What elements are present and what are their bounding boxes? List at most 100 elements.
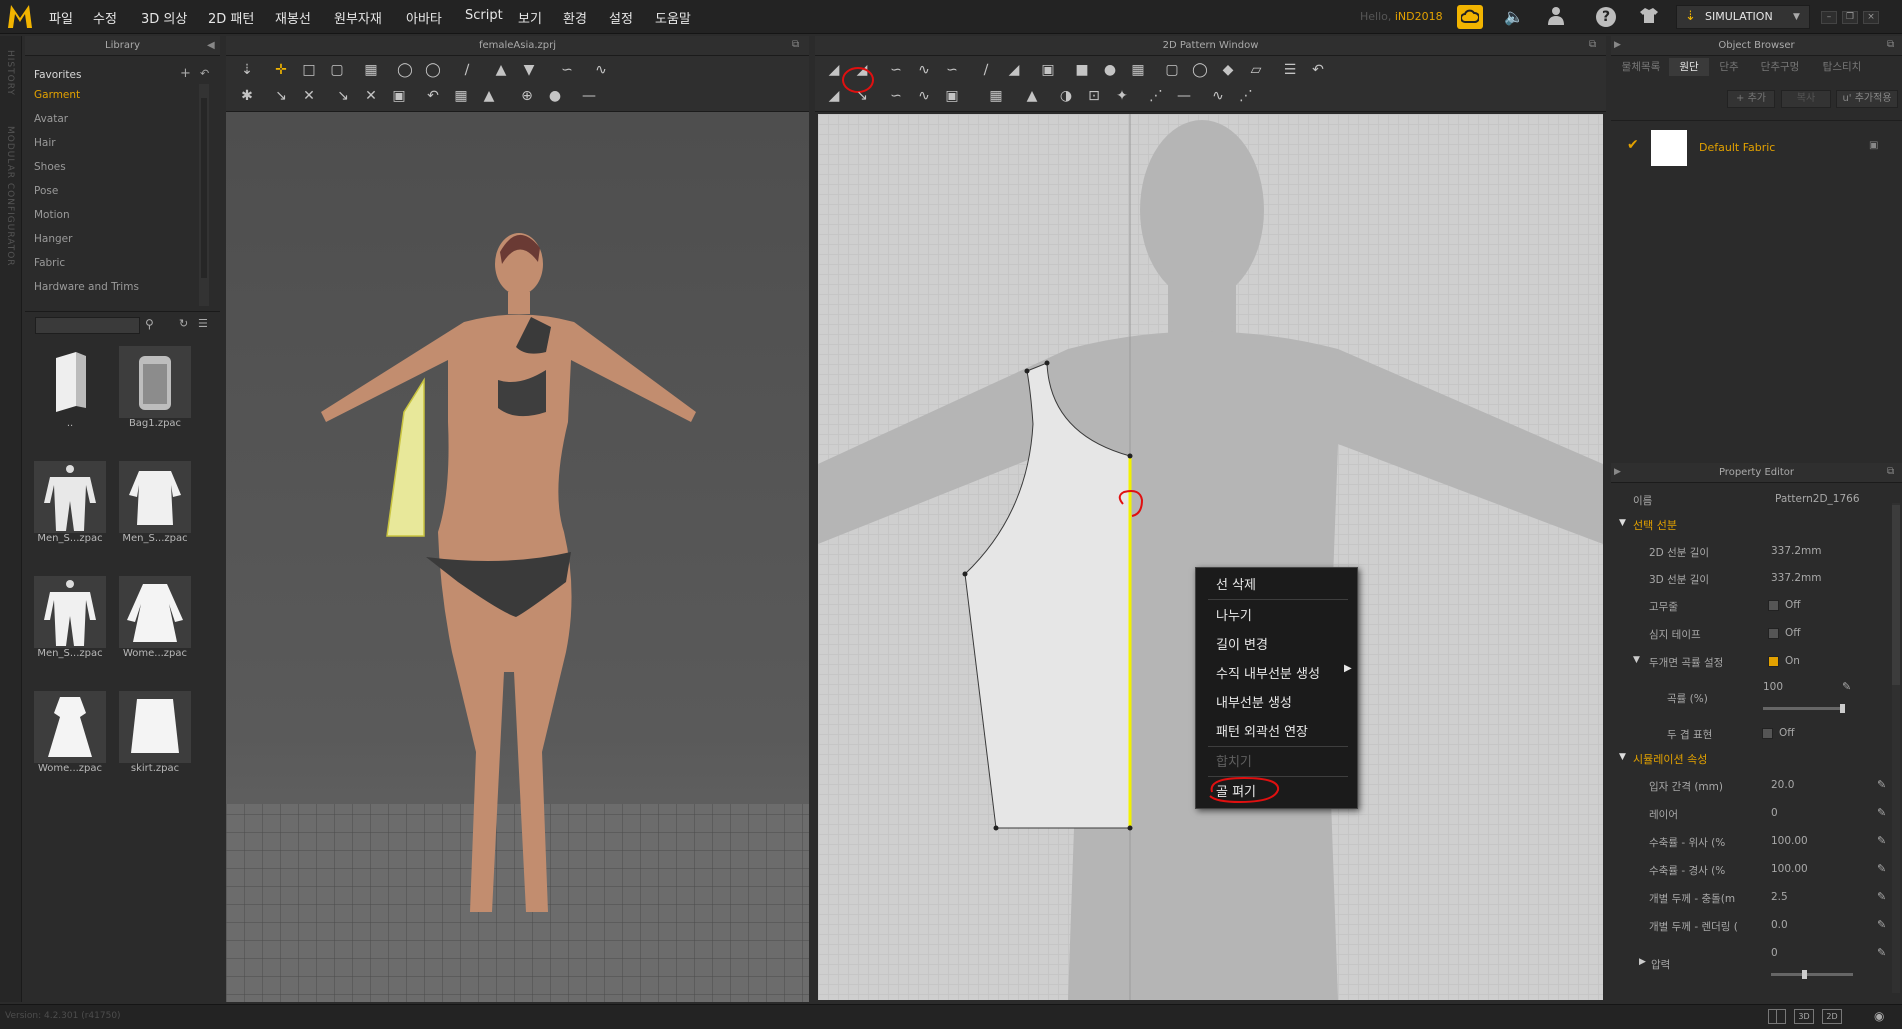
line-tool-icon[interactable]: ∕	[456, 60, 478, 80]
select-move-tool-icon[interactable]: ⇣	[236, 60, 258, 80]
category-scrollbar[interactable]	[199, 84, 209, 306]
speaker-icon[interactable]: 🔈	[1503, 6, 1525, 28]
2d-only-view-button[interactable]: 2D	[1822, 1009, 1842, 1024]
trace-icon[interactable]: ◢	[823, 86, 845, 106]
edit-curve-point-icon[interactable]: ∽	[885, 60, 907, 80]
prop-value[interactable]: 337.2mm	[1771, 545, 1822, 557]
prop-value[interactable]: 0	[1771, 807, 1778, 819]
menu-item-vertical-internal-line[interactable]: 수직 내부선분 생성	[1216, 663, 1320, 682]
undock-icon[interactable]: ⧉	[792, 39, 799, 50]
3d-only-view-button[interactable]: 3D	[1794, 1009, 1814, 1024]
close-button[interactable]: ×	[1863, 11, 1879, 24]
fold-arrangement-icon[interactable]: ▱	[1245, 60, 1267, 80]
fusible-tape-checkbox[interactable]	[1768, 628, 1779, 639]
expand-arrow-icon[interactable]: ▶	[1639, 957, 1646, 967]
library-item[interactable]: Men_S...zpac	[28, 461, 112, 544]
pin-icon[interactable]: ◯	[422, 60, 444, 80]
m-n-sew-icon[interactable]: ∿	[913, 86, 935, 106]
edit-icon[interactable]: ✎	[1877, 890, 1886, 903]
prop-value[interactable]: 0.0	[1771, 919, 1788, 931]
curve-tool-icon[interactable]: ∿	[590, 60, 612, 80]
menu-help[interactable]: 도움말	[655, 8, 691, 27]
collapse-arrow-icon[interactable]: ▼	[1619, 752, 1626, 762]
tab-fabric[interactable]: 원단	[1669, 58, 1709, 76]
modular-configurator-tab[interactable]: MODULAR CONFIGURATOR	[5, 126, 15, 267]
curvature-slider[interactable]	[1763, 704, 1845, 713]
curvature-icon[interactable]: ∽	[941, 60, 963, 80]
free-sew-icon[interactable]: ∽	[885, 86, 907, 106]
prop-value[interactable]: 100.00	[1771, 863, 1808, 875]
seam-icon[interactable]: ▣	[388, 86, 410, 106]
back-arrow-icon[interactable]: ↶	[200, 67, 209, 80]
segment-topstitch-icon[interactable]: ∿	[1207, 86, 1229, 106]
buttonhole-icon[interactable]: ●	[544, 86, 566, 106]
pressure-slider[interactable]	[1771, 970, 1853, 979]
pattern-icon[interactable]: ▲	[478, 86, 500, 106]
select-mesh-icon[interactable]: □	[298, 60, 320, 80]
tab-button[interactable]: 단추	[1709, 58, 1749, 76]
search-icon[interactable]: ⚲	[145, 317, 154, 331]
button-icon[interactable]: ⊕	[516, 86, 538, 106]
library-item[interactable]: Men_S...zpac	[113, 461, 197, 544]
gizmo-tool-icon[interactable]: ✛	[270, 60, 292, 80]
list-view-icon[interactable]: ☰	[198, 317, 208, 330]
internal-circle-icon[interactable]: ◯	[1189, 60, 1211, 80]
expand-arrow-icon[interactable]: ▶	[1614, 467, 1621, 477]
library-category-shoes[interactable]: Shoes	[34, 161, 66, 173]
menu-item-extend-outline[interactable]: 패턴 외곽선 연장	[1216, 721, 1308, 740]
tack-icon[interactable]: ◯	[394, 60, 416, 80]
fabric-list-item[interactable]: ✔ Default Fabric ▣	[1611, 126, 1902, 168]
menu-item-internal-line[interactable]: 내부선분 생성	[1216, 692, 1292, 711]
dart-icon[interactable]: ▣	[1037, 60, 1059, 80]
prop-value[interactable]: 2.5	[1771, 891, 1788, 903]
add-favorite-icon[interactable]: +	[180, 66, 191, 81]
edit-icon[interactable]: ✎	[1877, 862, 1886, 875]
puckering-icon[interactable]: ⊡	[1083, 86, 1105, 106]
gathering-icon[interactable]: ↶	[1307, 60, 1329, 80]
pleat-icon[interactable]: ☰	[1279, 60, 1301, 80]
internal-shape-icon[interactable]: ◆	[1217, 60, 1239, 80]
zipper-icon[interactable]: —	[578, 86, 600, 106]
split-view-icon[interactable]	[1768, 1009, 1786, 1024]
edit-icon[interactable]: ✎	[1877, 806, 1886, 819]
menu-2d-pattern[interactable]: 2D 패턴	[208, 8, 254, 27]
tab-object-list[interactable]: 물체목록	[1613, 58, 1669, 76]
expand-arrow-icon[interactable]: ▶	[1614, 40, 1621, 50]
section-selected-segment[interactable]: 선택 선분	[1633, 517, 1677, 533]
library-search-input[interactable]	[35, 317, 140, 334]
menu-sewing[interactable]: 재봉선	[275, 8, 311, 27]
collapse-arrow-icon[interactable]: ▼	[1633, 655, 1640, 665]
library-item[interactable]: ..	[28, 346, 112, 429]
garment-tool-icon[interactable]: ▼	[518, 60, 540, 80]
topstitch-icon[interactable]: ⋰	[1145, 86, 1167, 106]
menu-item-split[interactable]: 나누기	[1216, 605, 1252, 624]
fold-tool-icon[interactable]: ▲	[490, 60, 512, 80]
texture-icon[interactable]: ▦	[450, 86, 472, 106]
circle-icon[interactable]: ●	[1099, 60, 1121, 80]
cross-icon[interactable]: ✕	[360, 86, 382, 106]
segment-sew-icon[interactable]: ↘	[851, 86, 873, 106]
menu-view[interactable]: 보기	[518, 8, 542, 27]
history-tab[interactable]: HISTORY	[5, 50, 15, 96]
measure-edit-icon[interactable]: ✕	[298, 86, 320, 106]
library-item[interactable]: Bag1.zpac	[113, 346, 197, 429]
library-item[interactable]: Wome...zpac	[28, 691, 112, 774]
polygon-icon[interactable]: ∕	[975, 60, 997, 80]
menu-file[interactable]: 파일	[49, 8, 73, 27]
add-point-icon[interactable]: ∿	[913, 60, 935, 80]
property-scrollbar[interactable]	[1892, 503, 1900, 993]
texture-edit-icon[interactable]: ▲	[1021, 86, 1043, 106]
library-category-hair[interactable]: Hair	[34, 137, 56, 149]
library-category-motion[interactable]: Motion	[34, 209, 70, 221]
library-item[interactable]: Wome...zpac	[113, 576, 197, 659]
cloud-sync-button[interactable]	[1457, 5, 1483, 29]
garment-icon[interactable]	[1638, 6, 1660, 28]
elastic-checkbox[interactable]	[1768, 600, 1779, 611]
double-layer-checkbox[interactable]	[1762, 728, 1773, 739]
help-icon[interactable]: ?	[1596, 7, 1616, 27]
edit-icon[interactable]: ✎	[1877, 946, 1886, 959]
add-fabric-button[interactable]: + 추가	[1727, 90, 1775, 108]
copy-fabric-button[interactable]: 복사	[1781, 90, 1831, 108]
measure-icon[interactable]: ↘	[270, 86, 292, 106]
menu-settings[interactable]: 설정	[609, 8, 633, 27]
